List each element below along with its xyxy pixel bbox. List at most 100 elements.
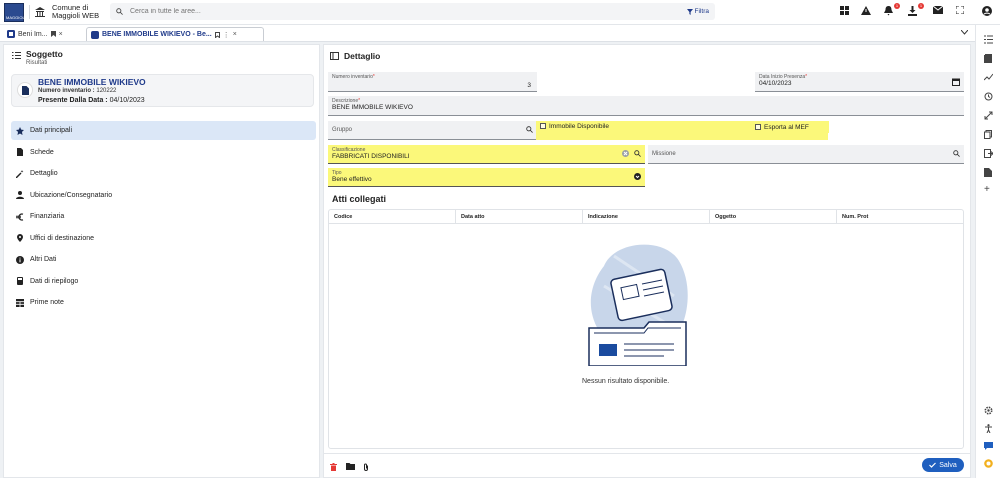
esporta-mef-checkbox[interactable]: Esporta al MEF xyxy=(751,121,829,133)
trash-icon[interactable] xyxy=(330,463,337,471)
classificazione-field[interactable]: Classificazione FABBRICATI DISPONIBILI xyxy=(328,145,645,164)
copy-icon[interactable] xyxy=(984,130,993,139)
close-icon[interactable]: × xyxy=(59,31,63,38)
column-header[interactable]: Num. Prot xyxy=(837,210,963,223)
menu-item-finanziaria[interactable]: Finanziaria xyxy=(11,207,316,226)
empty-message: Nessun risultato disponibile. xyxy=(582,378,670,385)
search-input[interactable] xyxy=(130,6,550,17)
menu-item-altri-dati[interactable]: Altri Dati xyxy=(11,250,316,269)
document-icon xyxy=(17,148,23,156)
bell-icon[interactable]: 1 xyxy=(884,3,900,18)
present-date: Presente Dalla Data : 04/10/2023 xyxy=(38,97,145,104)
tab-bar: Beni Im... × BENE IMMOBILE WIKIEVO - Be.… xyxy=(0,25,975,42)
tipo-select[interactable]: Tipo Bene effettivo xyxy=(328,168,645,187)
inventory-number: Numero inventario : 120222 xyxy=(38,88,117,94)
atti-collegati-title: Atti collegati xyxy=(332,194,387,204)
document-icon xyxy=(17,82,33,98)
menu-item-dati-principali[interactable]: Dati principali xyxy=(11,121,316,140)
left-panel: Soggetto Risultati BENE IMMOBILE WIKIEVO… xyxy=(3,44,320,478)
history-icon[interactable] xyxy=(984,92,993,101)
column-header[interactable]: Data atto xyxy=(456,210,583,223)
more-options-icon[interactable]: ⋮ xyxy=(223,31,230,39)
download-icon[interactable]: 1 xyxy=(908,3,924,18)
filter-button[interactable]: Filtra xyxy=(686,6,709,17)
menu-item-ubicazione[interactable]: Ubicazione/Consegnatario xyxy=(11,186,316,205)
chart-line-icon[interactable] xyxy=(984,73,993,82)
checkbox-box[interactable] xyxy=(755,124,761,130)
column-header[interactable]: Codice xyxy=(329,210,456,223)
grid-icon[interactable] xyxy=(840,6,852,18)
empty-state-illustration xyxy=(584,236,694,366)
euro-icon xyxy=(16,212,24,221)
tab-bene-immobile[interactable]: BENE IMMOBILE WIKIEVO - Be... ⋮ × xyxy=(86,27,264,41)
menu-item-schede[interactable]: Schede xyxy=(11,143,316,162)
fullscreen-icon[interactable] xyxy=(956,6,968,18)
accessibility-icon[interactable] xyxy=(984,424,993,433)
menu-item-dettaglio[interactable]: Dettaglio xyxy=(11,164,316,183)
info-icon xyxy=(16,255,24,264)
chat-icon[interactable] xyxy=(984,442,993,451)
clear-icon[interactable] xyxy=(622,150,629,157)
detail-header: Dettaglio xyxy=(330,51,380,61)
atti-table: Codice Data atto Indicazione Oggetto Num… xyxy=(328,209,964,449)
save-button[interactable]: Salva xyxy=(922,458,964,472)
global-search[interactable]: Filtra xyxy=(110,3,715,20)
magic-wand-icon xyxy=(16,169,24,178)
close-icon[interactable]: × xyxy=(233,31,237,38)
search-icon xyxy=(116,8,123,15)
add-icon[interactable]: + xyxy=(984,185,993,195)
document-icon xyxy=(91,30,99,39)
menu-item-uffici[interactable]: Uffici di destinazione xyxy=(11,229,316,248)
map-pin-icon xyxy=(17,234,23,242)
search-icon[interactable] xyxy=(526,126,533,133)
help-icon[interactable] xyxy=(984,459,993,468)
check-icon xyxy=(929,462,937,468)
institution-icon[interactable] xyxy=(34,6,46,18)
column-header[interactable]: Indicazione xyxy=(583,210,710,223)
sidebar-toggle-icon[interactable] xyxy=(330,52,339,60)
menu-item-prime-note[interactable]: Prime note xyxy=(11,293,316,312)
calculator-icon xyxy=(17,277,23,285)
menu-item-riepilogo[interactable]: Dati di riepilogo xyxy=(11,272,316,291)
warning-icon[interactable] xyxy=(861,6,873,18)
list-check-icon[interactable] xyxy=(984,35,993,44)
gruppo-field[interactable]: Gruppo xyxy=(328,121,537,140)
building-icon xyxy=(7,30,15,38)
app-logo[interactable]: MAGGIOLI xyxy=(4,3,26,22)
chevron-down-icon[interactable] xyxy=(961,30,968,35)
export-icon[interactable] xyxy=(984,149,993,158)
file-icon[interactable] xyxy=(984,168,993,177)
detail-panel: Dettaglio Numero inventario* 3 Data Iniz… xyxy=(323,44,971,478)
paperclip-icon[interactable] xyxy=(363,463,369,471)
panel-subtitle: Risultati xyxy=(26,60,48,66)
mail-icon[interactable] xyxy=(933,6,945,18)
checkbox-box[interactable] xyxy=(540,123,546,129)
panel-title: Soggetto xyxy=(26,49,63,59)
calendar-icon[interactable] xyxy=(952,78,960,86)
gear-icon[interactable] xyxy=(984,406,993,415)
search-icon[interactable] xyxy=(634,150,641,157)
list-icon xyxy=(12,52,21,59)
dropdown-icon[interactable] xyxy=(634,173,641,180)
table-header: Codice Data atto Indicazione Oggetto Num… xyxy=(329,210,963,224)
book-icon[interactable] xyxy=(984,54,993,63)
table-icon xyxy=(16,298,24,307)
filter-icon xyxy=(686,8,693,15)
tab-beni-immobili[interactable]: Beni Im... × xyxy=(3,27,85,41)
arrows-icon[interactable] xyxy=(984,111,993,120)
footer-toolbar: Salva xyxy=(324,453,970,477)
descrizione-field[interactable]: Descrizione* BENE IMMOBILE WIKIEVO xyxy=(328,96,964,116)
numero-inventario-field[interactable]: Numero inventario* 3 xyxy=(328,72,537,92)
column-header[interactable]: Oggetto xyxy=(710,210,837,223)
missione-field[interactable]: Missione xyxy=(648,145,964,164)
search-icon[interactable] xyxy=(953,150,960,157)
bookmark-outline-icon[interactable] xyxy=(214,31,220,38)
user-icon[interactable] xyxy=(982,6,994,18)
section-menu: Dati principali Schede Dettaglio Ubicazi… xyxy=(11,121,316,315)
person-icon xyxy=(16,191,24,199)
bookmark-icon[interactable] xyxy=(50,31,56,37)
folder-icon[interactable] xyxy=(346,463,355,470)
data-inizio-presenza-field[interactable]: Data Inizio Presenza* 04/10/2023 xyxy=(755,72,964,92)
org-name: Comune di Maggioli WEB xyxy=(52,3,100,20)
record-summary-card: BENE IMMOBILE WIKIEVO Numero inventario … xyxy=(11,74,314,107)
